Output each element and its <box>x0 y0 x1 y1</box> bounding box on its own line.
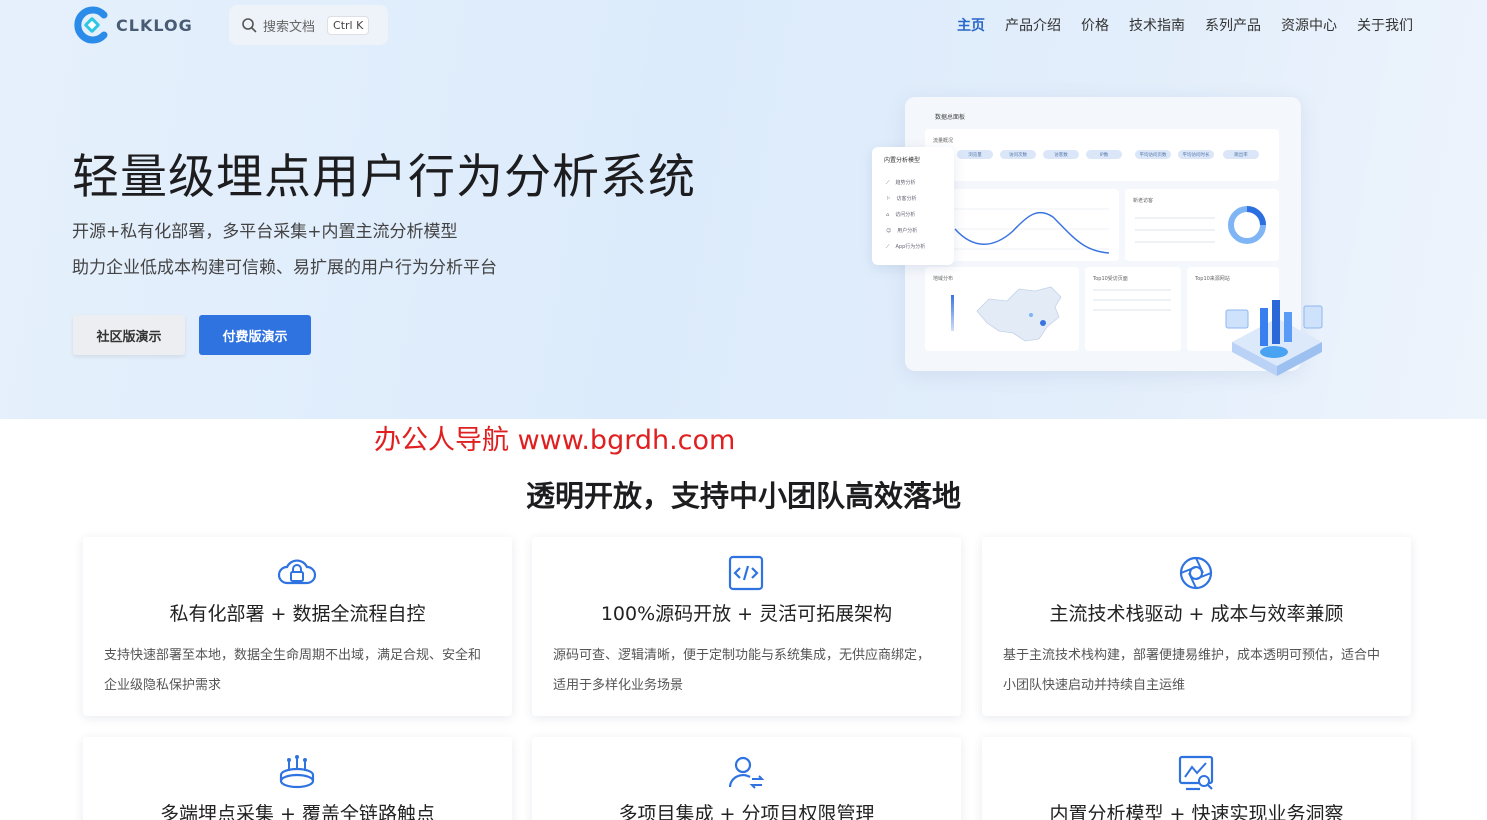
feature-card-title: 私有化部署 + 数据全流程自控 <box>169 603 426 625</box>
search-box[interactable]: 搜索文档 Ctrl K <box>229 5 388 45</box>
user-icon: ☺ <box>886 227 892 234</box>
feature-card-title: 内置分析模型 + 快速实现业务洞察 <box>1049 803 1344 820</box>
nav-about[interactable]: 关于我们 <box>1357 15 1413 35</box>
metric-pill: 平均访问时长 <box>1178 150 1214 159</box>
region-panel: 地域分布 <box>925 267 1079 351</box>
metric-pill: 浏览量 <box>957 150 993 159</box>
aperture-icon <box>1179 556 1213 590</box>
metric-pill: 访客数 <box>1043 150 1079 159</box>
feature-card: 内置分析模型 + 快速实现业务洞察 <box>982 737 1411 820</box>
hero-subtitle-1: 开源+私有化部署，多平台采集+内置主流分析模型 <box>72 222 458 242</box>
paid-demo-button[interactable]: 付费版演示 <box>199 315 311 355</box>
dashboard-title: 数据总面板 <box>935 114 966 121</box>
placeholder-line <box>1093 309 1171 311</box>
feature-card-title: 多端埋点采集 + 覆盖全链路触点 <box>160 803 435 820</box>
code-icon <box>728 555 764 591</box>
side-item-label: 访客分析 <box>896 196 917 202</box>
section-title: 透明开放，支持中小团队高效落地 <box>525 479 961 513</box>
new-old-visitors-panel: 新老访客 <box>1125 189 1279 261</box>
top-sources-label: Top10来源网站 <box>1195 276 1230 282</box>
side-item-label: 访问分析 <box>895 212 916 218</box>
feature-card-title: 多项目集成 + 分项目权限管理 <box>618 803 875 820</box>
placeholder-line <box>1093 299 1171 301</box>
placeholder-line <box>1135 241 1215 243</box>
donut-chart <box>1228 206 1266 244</box>
logo-text: CLKLOG <box>116 15 193 35</box>
side-item: ⚐ 访客分析 <box>886 195 917 203</box>
hero-title: 轻量级埋点用户行为分析系统 <box>72 150 696 205</box>
feature-card: 私有化部署 + 数据全流程自控 支持快速部署至本地，数据全生命周期不出域，满足合… <box>83 537 512 716</box>
top-pages-label: Top10受访页面 <box>1093 276 1128 282</box>
side-item-label: 用户分析 <box>897 228 918 234</box>
analysis-model-title: 内置分析模型 <box>884 157 921 164</box>
nav-resources[interactable]: 资源中心 <box>1281 15 1337 35</box>
feature-card: 多项目集成 + 分项目权限管理 <box>532 737 961 820</box>
side-item: ⟋ App行为分析 <box>886 243 926 251</box>
chart-search-icon <box>1178 755 1214 791</box>
search-shortcut: Ctrl K <box>327 15 370 35</box>
search-placeholder: 搜索文档 <box>263 19 316 35</box>
app-icon: ⟋ <box>886 243 890 250</box>
trend-panel <box>943 189 1119 261</box>
nav-product[interactable]: 产品介绍 <box>1005 15 1061 35</box>
nav-tech-guide[interactable]: 技术指南 <box>1129 15 1185 35</box>
top-pages-panel: Top10受访页面 <box>1085 267 1181 351</box>
visit-icon: ⌂ <box>886 211 890 218</box>
feature-card: 100%源码开放 + 灵活可拓展架构 源码可查、逻辑清晰，便于定制功能与系统集成… <box>532 537 961 716</box>
nav-series[interactable]: 系列产品 <box>1205 15 1261 35</box>
feature-card-title: 主流技术栈驱动 + 成本与效率兼顾 <box>1049 603 1344 625</box>
metric-pill: IP数 <box>1086 150 1122 159</box>
community-demo-button[interactable]: 社区版演示 <box>73 315 185 355</box>
isometric-chart-icon <box>1225 300 1323 376</box>
china-map-icon <box>976 286 1062 342</box>
multi-endpoint-icon <box>279 755 315 789</box>
watermark-text: 办公人导航 www.bgrdh.com <box>374 425 736 456</box>
feature-card-title: 100%源码开放 + 灵活可拓展架构 <box>600 603 893 625</box>
main-nav: 主页 产品介绍 价格 技术指南 系列产品 资源中心 关于我们 <box>957 15 1413 35</box>
metric-pill: 平均访问页数 <box>1135 150 1171 159</box>
placeholder-line <box>1135 229 1215 231</box>
trend-icon: ⟋ <box>886 179 890 186</box>
overview-label: 流量概况 <box>933 138 954 144</box>
placeholder-line <box>1093 289 1171 291</box>
placeholder-line <box>1135 217 1215 219</box>
logo-mark-icon <box>72 5 112 45</box>
side-item: ⌂ 访问分析 <box>886 211 916 219</box>
trend-line-chart <box>953 208 1110 254</box>
cloud-lock-icon <box>277 559 317 585</box>
feature-card-desc: 支持快速部署至本地，数据全生命周期不出域，满足合规、安全和企业级隐私保护需求 <box>104 648 482 693</box>
metric-pill: 访问次数 <box>1000 150 1036 159</box>
hero-subtitle-2: 助力企业低成本构建可信赖、易扩展的用户行为分析平台 <box>72 258 497 278</box>
metric-pill: 跳出率 <box>1223 150 1259 159</box>
feature-card-desc: 基于主流技术栈构建，部署便捷易维护，成本透明可预估，适合中小团队快速启动并持续自… <box>1003 648 1381 693</box>
side-item: ☺ 用户分析 <box>886 227 918 235</box>
feature-card-desc: 源码可查、逻辑清晰，便于定制功能与系统集成，无供应商绑定，适用于多样化业务场景 <box>553 648 931 693</box>
side-item: ⟋ 趋势分析 <box>886 179 916 187</box>
side-item-label: App行为分析 <box>895 244 926 250</box>
region-legend-bar <box>951 295 954 331</box>
new-old-label: 新老访客 <box>1133 198 1154 204</box>
analysis-model-card: 内置分析模型 ⟋ 趋势分析 ⚐ 访客分析 ⌂ 访问分析 ☺ 用户分析 ⟋ App行为分析 <box>872 147 954 265</box>
region-label: 地域分布 <box>933 276 954 282</box>
side-item-label: 趋势分析 <box>895 180 916 186</box>
nav-pricing[interactable]: 价格 <box>1081 15 1109 35</box>
visitor-icon: ⚐ <box>886 195 891 202</box>
feature-card: 多端埋点采集 + 覆盖全链路触点 <box>83 737 512 820</box>
feature-card: 主流技术栈驱动 + 成本与效率兼顾 基于主流技术栈构建，部署便捷易维护，成本透明… <box>982 537 1411 716</box>
logo[interactable]: CLKLOG <box>72 4 193 46</box>
user-switch-icon <box>728 756 765 789</box>
nav-home[interactable]: 主页 <box>957 15 985 35</box>
search-icon <box>242 18 257 33</box>
